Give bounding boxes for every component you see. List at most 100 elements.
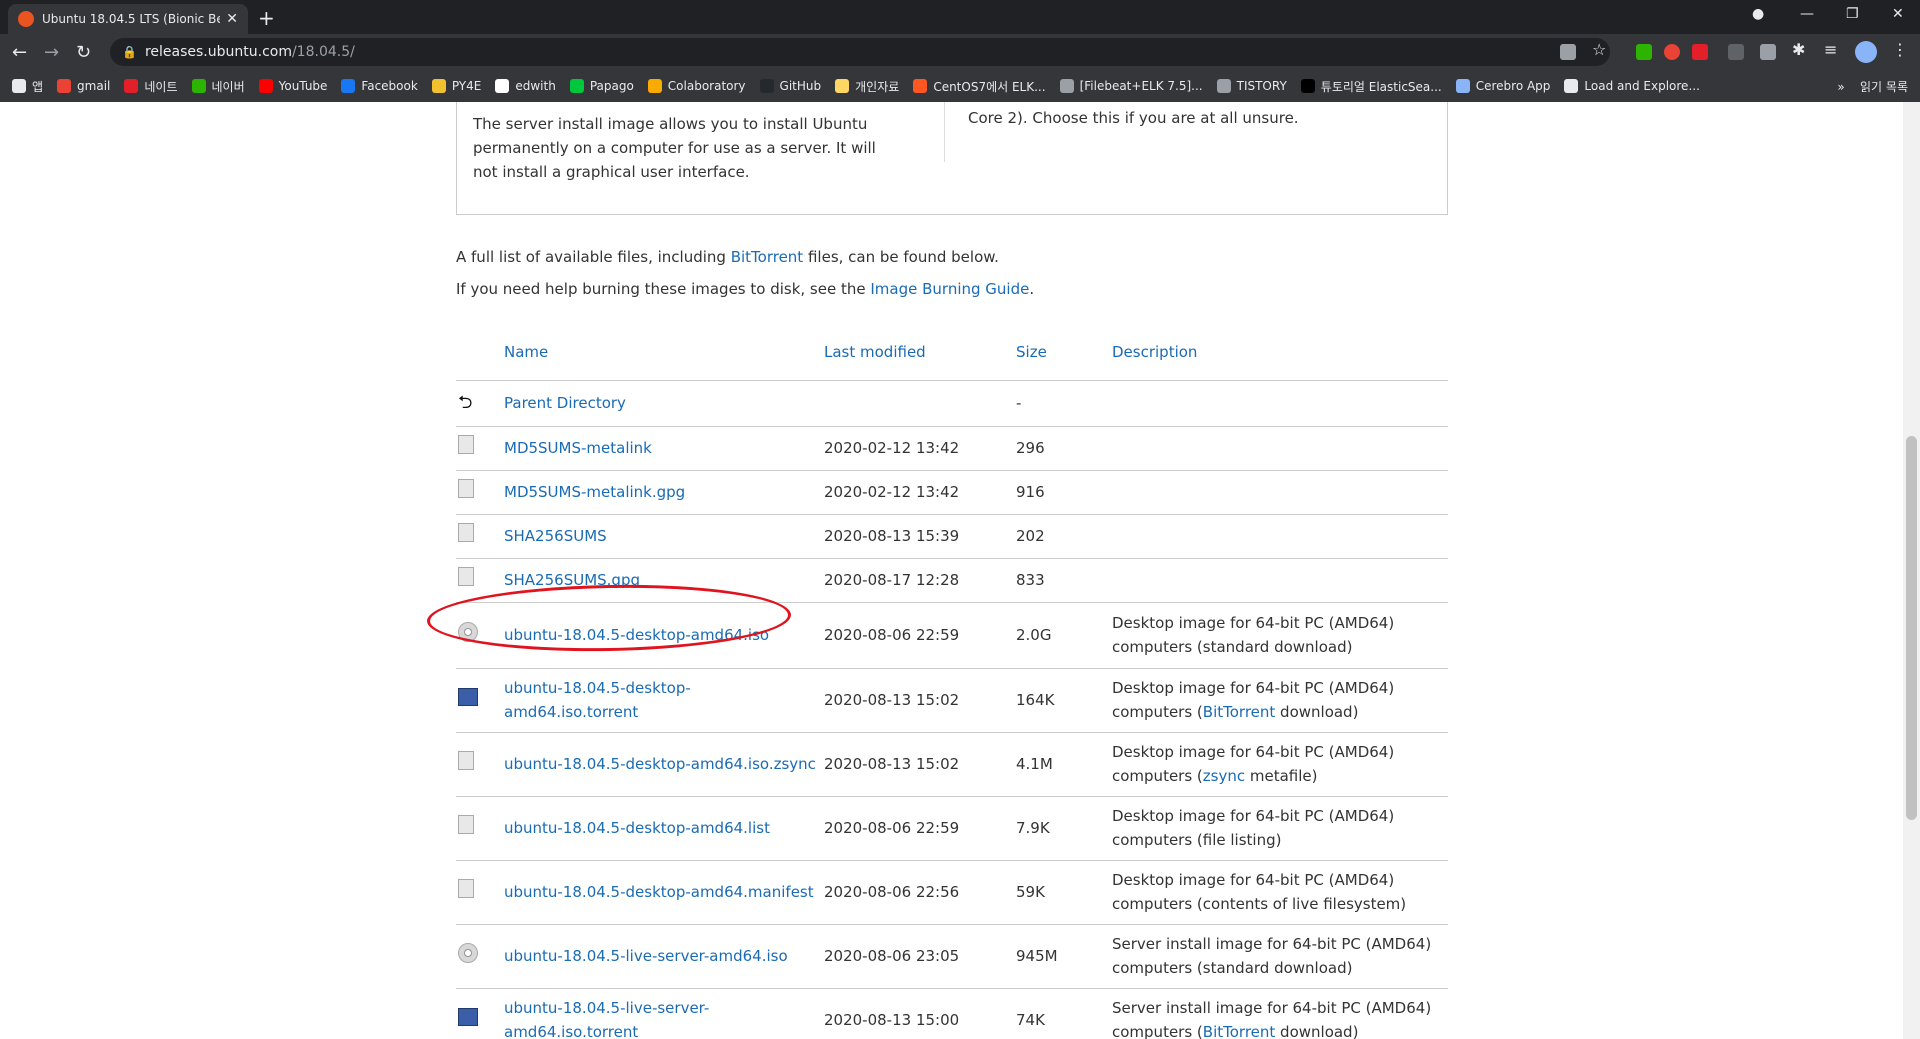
bookmark-favicon-icon xyxy=(124,79,139,93)
bookmark-item[interactable]: GitHub xyxy=(759,79,821,93)
address-bar[interactable]: 🔒 releases.ubuntu.com/18.04.5/ xyxy=(110,38,1610,66)
size-column-header[interactable]: Size xyxy=(1016,324,1112,381)
extension-icon[interactable] xyxy=(1636,44,1652,60)
restore-icon[interactable]: ❐ xyxy=(1846,6,1859,22)
icon-column-header xyxy=(456,324,504,381)
bookmark-star-icon[interactable]: ☆ xyxy=(1592,40,1608,59)
bookmark-favicon-icon xyxy=(1564,79,1579,93)
modified-column-header[interactable]: Last modified xyxy=(824,324,1016,381)
url-host: releases.ubuntu.com xyxy=(144,44,292,60)
bookmark-item[interactable]: 개인자료 xyxy=(835,78,899,95)
page-scrollbar[interactable] xyxy=(1903,102,1920,1039)
tab-close-icon[interactable]: ✕ xyxy=(226,11,238,27)
browser-toolbar: ← → ↻ 🔒 releases.ubuntu.com/18.04.5/ ☆ ✱… xyxy=(0,34,1920,70)
bookmark-favicon-icon xyxy=(191,79,206,93)
bookmark-label: Cerebro App xyxy=(1475,79,1551,93)
description-cell: Server install image for 64-bit PC (AMD6… xyxy=(1112,924,1448,989)
bookmark-label: edwith xyxy=(515,79,556,93)
description-link[interactable]: BitTorrent xyxy=(1203,1023,1276,1039)
media-icon[interactable]: ≡ xyxy=(1824,40,1840,59)
file-link[interactable]: MD5SUMS-metalink xyxy=(504,439,652,457)
browser-tab[interactable]: Ubuntu 18.04.5 LTS (Bionic Beav ✕ xyxy=(8,4,248,34)
bookmark-favicon-icon xyxy=(835,79,850,93)
reload-icon[interactable]: ↻ xyxy=(76,42,91,63)
file-link[interactable]: ubuntu-18.04.5-live-server-amd64.iso xyxy=(504,947,788,965)
puzzle-icon[interactable]: ✱ xyxy=(1792,40,1808,59)
description-link[interactable]: zsync xyxy=(1203,767,1245,785)
image-burning-guide-link[interactable]: Image Burning Guide xyxy=(870,280,1029,298)
icon-cell xyxy=(456,988,504,1039)
file-link[interactable]: ubuntu-18.04.5-live-server-amd64.iso.tor… xyxy=(504,999,709,1039)
translate-icon[interactable] xyxy=(1560,44,1576,60)
size-cell: 59K xyxy=(1016,860,1112,925)
size-cell: 164K xyxy=(1016,668,1112,733)
bookmark-favicon-icon xyxy=(913,79,928,93)
file-link[interactable]: MD5SUMS-metalink.gpg xyxy=(504,483,685,501)
profile-menu-icon[interactable]: ● xyxy=(1752,6,1764,22)
name-column-header[interactable]: Name xyxy=(504,324,824,381)
bookmark-item[interactable]: Facebook xyxy=(341,79,418,93)
bookmark-favicon-icon xyxy=(759,79,774,93)
file-icon xyxy=(458,751,474,770)
minimize-icon[interactable]: — xyxy=(1800,6,1814,22)
back-icon[interactable]: ← xyxy=(12,42,27,63)
forward-icon[interactable]: → xyxy=(44,42,59,63)
scrollbar-thumb[interactable] xyxy=(1906,436,1917,820)
file-icon xyxy=(458,435,474,454)
bookmark-item[interactable]: YouTube xyxy=(258,79,327,93)
file-link[interactable]: ubuntu-18.04.5-desktop-amd64.iso.torrent xyxy=(504,679,691,721)
download-info-box: The server install image allows you to i… xyxy=(456,102,1448,215)
bookmark-label: Colaboratory xyxy=(667,79,746,93)
extension-icon[interactable] xyxy=(1728,44,1744,60)
back-arrow-icon: ⮌ xyxy=(458,392,473,413)
bookmark-item[interactable]: 네이트 xyxy=(124,78,178,95)
bookmark-label: 튜토리얼 ElasticSea... xyxy=(1320,79,1442,94)
burning-paragraph: If you need help burning these images to… xyxy=(456,280,1034,298)
extension-icon[interactable] xyxy=(1760,44,1776,60)
ubuntu-favicon-icon xyxy=(18,11,34,27)
bookmark-label: 네이트 xyxy=(144,79,178,94)
bookmark-item[interactable]: 네이버 xyxy=(191,78,245,95)
bookmark-item[interactable]: Load and Explore... xyxy=(1564,79,1700,93)
reading-list-button[interactable]: 읽기 목록 xyxy=(1860,80,1908,94)
bookmarks-overflow[interactable]: » 읽기 목록 xyxy=(1837,78,1908,95)
bookmark-item[interactable]: TISTORY xyxy=(1216,79,1287,93)
description-link[interactable]: BitTorrent xyxy=(1203,703,1276,721)
bookmark-label: CentOS7에서 ELK... xyxy=(933,79,1046,94)
description-column-header[interactable]: Description xyxy=(1112,324,1448,381)
extension-icon[interactable] xyxy=(1692,44,1708,60)
file-link[interactable]: ubuntu-18.04.5-desktop-amd64.list xyxy=(504,819,770,837)
table-row: ubuntu-18.04.5-live-server-amd64.iso.tor… xyxy=(456,988,1448,1039)
bittorrent-link[interactable]: BitTorrent xyxy=(731,248,804,266)
bookmark-item[interactable]: Papago xyxy=(569,79,634,93)
bookmark-item[interactable]: CentOS7에서 ELK... xyxy=(913,78,1046,95)
size-cell: 4.1M xyxy=(1016,732,1112,797)
file-link[interactable]: ubuntu-18.04.5-desktop-amd64.manifest xyxy=(504,883,814,901)
file-link[interactable]: SHA256SUMS xyxy=(504,527,607,545)
file-link[interactable]: Parent Directory xyxy=(504,394,626,412)
avatar[interactable] xyxy=(1855,41,1877,63)
bookmark-item[interactable]: [Filebeat+ELK 7.5]... xyxy=(1059,79,1203,93)
bookmark-favicon-icon xyxy=(1300,79,1315,93)
overflow-chevron-icon[interactable]: » xyxy=(1837,80,1844,94)
file-link[interactable]: ubuntu-18.04.5-desktop-amd64.iso.zsync xyxy=(504,755,816,773)
new-tab-icon[interactable]: + xyxy=(258,6,275,30)
description-cell: Desktop image for 64-bit PC (AMD64) comp… xyxy=(1112,796,1448,861)
paragraph-text: . xyxy=(1029,280,1035,298)
bookmark-item[interactable]: Cerebro App xyxy=(1455,79,1551,93)
close-window-icon[interactable]: ✕ xyxy=(1892,6,1904,22)
extension-icon[interactable] xyxy=(1664,44,1680,60)
bookmark-item[interactable]: gmail xyxy=(57,79,110,93)
size-cell: 833 xyxy=(1016,558,1112,603)
bookmark-item[interactable]: Colaboratory xyxy=(647,79,746,93)
menu-icon[interactable]: ⋮ xyxy=(1892,40,1908,59)
name-cell: MD5SUMS-metalink xyxy=(504,426,824,471)
date-cell xyxy=(824,380,1016,427)
file-icon xyxy=(458,523,474,542)
bookmark-item[interactable]: 앱 xyxy=(12,78,43,95)
bookmark-item[interactable]: PY4E xyxy=(431,79,481,93)
paragraph-text: files, can be found below. xyxy=(803,248,999,266)
bookmark-item[interactable]: edwith xyxy=(495,79,556,93)
bookmarks-bar: 앱 gmail 네이트 네이버 YouTube Facebook PY4E edwith Pap… xyxy=(0,70,1920,102)
bookmark-item[interactable]: 튜토리얼 ElasticSea... xyxy=(1300,78,1442,95)
